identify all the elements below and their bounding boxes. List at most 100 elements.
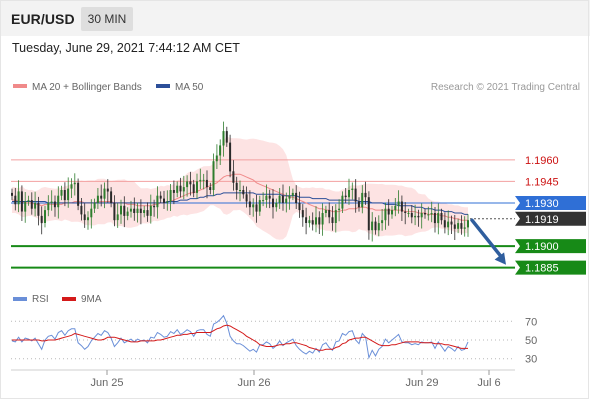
candle-down xyxy=(440,213,443,221)
candle-up xyxy=(27,200,30,202)
candle-up xyxy=(67,188,70,201)
candle-down xyxy=(272,198,274,208)
candle-up xyxy=(291,192,294,196)
candle-down xyxy=(63,190,66,201)
candle-down xyxy=(77,182,80,206)
candle-down xyxy=(344,195,347,198)
candle-up xyxy=(420,213,423,218)
candle-up xyxy=(126,211,129,216)
candle-up xyxy=(34,202,37,209)
candle-up xyxy=(24,201,27,212)
candle-down xyxy=(354,188,357,202)
candle-down xyxy=(30,200,33,209)
price-chart: MA 20 + Bollinger Bands MA 50 Research ©… xyxy=(11,82,586,389)
candle-up xyxy=(120,205,122,215)
candle-up xyxy=(341,195,344,209)
candle-down xyxy=(232,171,235,183)
candle-down xyxy=(123,205,126,216)
ma20-legend-label: MA 20 + Bollinger Bands xyxy=(32,82,142,93)
candle-down xyxy=(298,202,301,211)
candle-down xyxy=(318,217,321,225)
candle-up xyxy=(324,210,327,213)
candle-down xyxy=(417,215,420,218)
candle-up xyxy=(467,220,469,228)
candle-up xyxy=(285,198,288,203)
candle-up xyxy=(348,190,350,198)
candle-down xyxy=(248,201,251,208)
forecast-arrow xyxy=(470,218,506,265)
candle-down xyxy=(40,215,43,224)
x-axis: Jun 25 Jun 26 Jun 29 Jul 6 xyxy=(90,370,501,389)
candle-down xyxy=(153,205,156,208)
candle-down xyxy=(209,187,212,190)
candle-up xyxy=(215,155,218,162)
candle-up xyxy=(47,202,50,211)
candle-up xyxy=(166,201,169,203)
price-level-labels: 1.1960 1.1945 1.1930 1.1919 1.1900 1.1885 xyxy=(515,155,586,275)
candle-up xyxy=(156,195,159,208)
candle-down xyxy=(364,192,367,198)
candle-down xyxy=(192,184,195,193)
candle-up xyxy=(136,208,139,213)
candle-down xyxy=(410,213,413,218)
candle-down xyxy=(295,192,298,203)
candle-up xyxy=(70,184,73,189)
rsi-legend-label: RSI xyxy=(32,294,49,305)
candle-down xyxy=(328,210,331,218)
candle-up xyxy=(265,195,268,200)
candle-up xyxy=(73,182,76,185)
candle-down xyxy=(357,201,360,208)
candle-up xyxy=(116,214,119,221)
rsi-tick-label: 70 xyxy=(525,316,537,328)
candle-up xyxy=(397,201,400,206)
ma20-legend-swatch xyxy=(13,84,27,88)
candle-up xyxy=(222,131,225,146)
rsi-panel: 70 50 30 xyxy=(11,314,537,366)
candle-up xyxy=(447,221,450,228)
candle-down xyxy=(268,195,271,199)
credit-text: Research © 2021 Trading Central xyxy=(431,82,580,93)
candle-up xyxy=(87,217,89,221)
candle-up xyxy=(182,187,185,192)
candle-up xyxy=(17,191,20,205)
candle-down xyxy=(311,220,314,225)
candle-up xyxy=(93,202,96,209)
candle-up xyxy=(258,200,261,212)
candle-up xyxy=(384,208,387,221)
candle-up xyxy=(377,223,380,231)
candle-up xyxy=(361,192,364,208)
candle-up xyxy=(315,217,317,225)
candle-up xyxy=(437,213,440,224)
candle-up xyxy=(338,208,341,211)
candle-down xyxy=(387,208,390,215)
forecast-arrow-shaft xyxy=(470,218,504,260)
candle-down xyxy=(83,214,86,221)
x-tick-label: Jun 29 xyxy=(405,377,438,389)
rsi-tick-label: 30 xyxy=(525,354,537,366)
candle-down xyxy=(179,185,182,192)
candle-up xyxy=(143,210,146,213)
candle-up xyxy=(149,205,152,216)
candle-up xyxy=(212,161,215,190)
candle-down xyxy=(113,202,116,221)
candle-up xyxy=(96,195,99,203)
x-tick-label: Jun 25 xyxy=(90,377,123,389)
candle-down xyxy=(301,210,304,218)
candle-down xyxy=(37,202,40,216)
candle-up xyxy=(50,201,53,203)
candle-down xyxy=(404,211,407,213)
candle-up xyxy=(463,227,466,229)
candle-up xyxy=(288,195,291,199)
candle-up xyxy=(252,204,255,208)
rsi-tick-label: 50 xyxy=(525,335,537,347)
candle-down xyxy=(139,208,142,213)
resistance-label: 1.1960 xyxy=(525,155,559,167)
candle-up xyxy=(129,208,132,212)
candle-down xyxy=(159,195,162,199)
candle-down xyxy=(281,195,284,203)
candle-down xyxy=(235,182,238,190)
candle-down xyxy=(106,188,109,192)
candle-down xyxy=(367,197,370,231)
x-tick-label: Jun 26 xyxy=(237,377,270,389)
candle-down xyxy=(53,201,56,208)
